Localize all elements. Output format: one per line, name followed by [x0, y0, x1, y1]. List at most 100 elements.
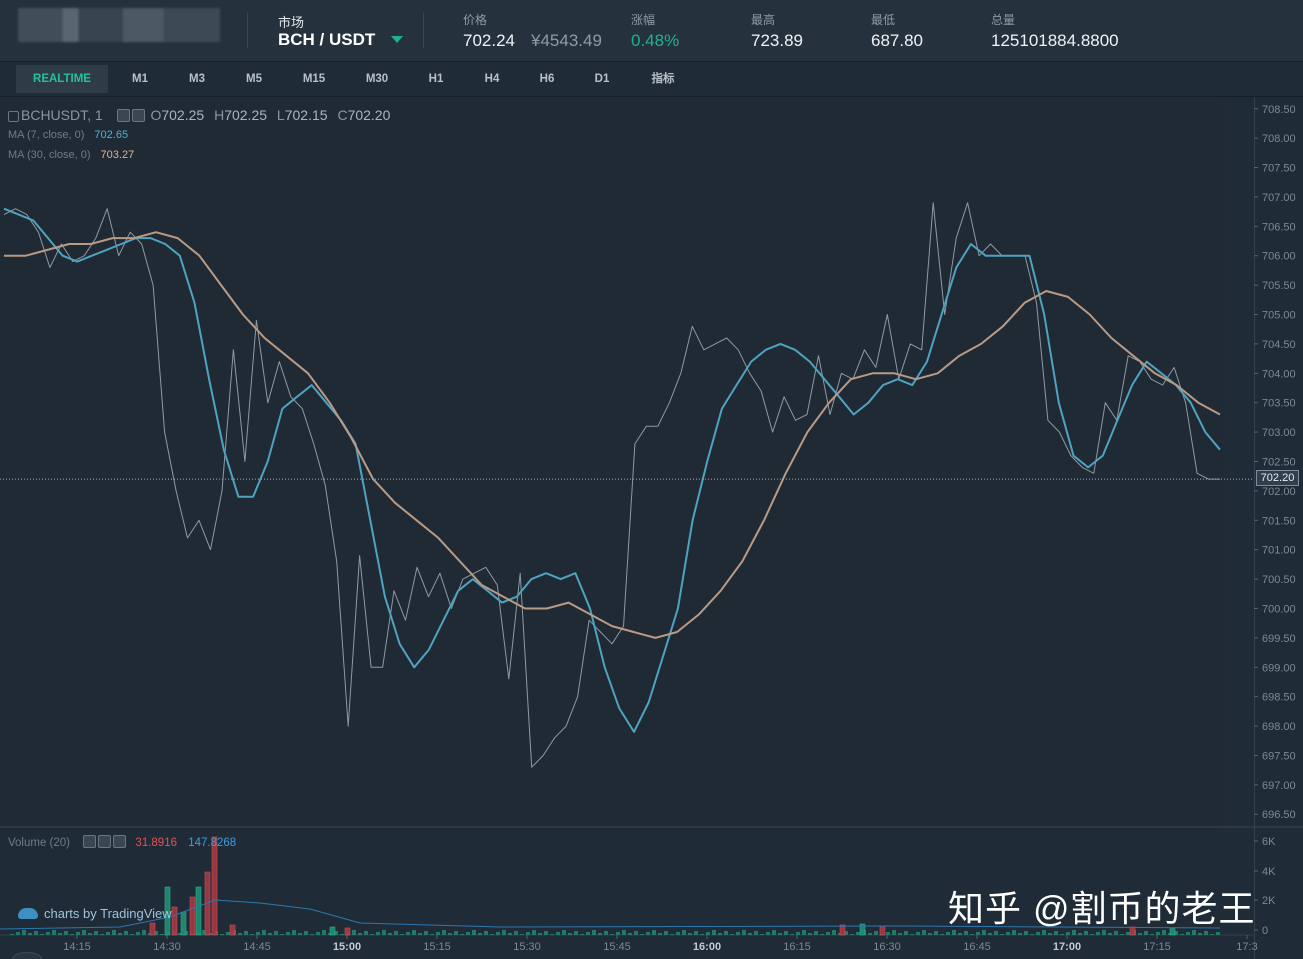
volume-bar — [502, 930, 506, 935]
volume-bar — [418, 933, 422, 935]
price-chart[interactable]: 708.50 708.00 707.50 707.00 706.50 706.00 705.… — [0, 97, 1303, 959]
y-tick-label: 700.00 — [1262, 603, 1296, 615]
y-tick-label: 698.00 — [1262, 721, 1296, 733]
volume-bar — [1198, 933, 1202, 935]
tab-m30[interactable]: M30 — [359, 65, 395, 93]
low-legend-value: 702.15 — [284, 107, 328, 123]
eye-icon[interactable] — [116, 109, 130, 122]
volume-bar — [646, 932, 650, 935]
tab-h4[interactable]: H4 — [474, 65, 510, 93]
volume-bar — [130, 934, 134, 935]
volume-bar — [988, 933, 992, 935]
volume-bar — [622, 930, 626, 935]
volume-bar — [1018, 933, 1022, 935]
tab-m5[interactable]: M5 — [236, 65, 272, 93]
close-icon[interactable] — [113, 835, 127, 848]
volume-bar — [1156, 932, 1160, 935]
volume-bar — [1180, 934, 1184, 935]
volume-bar — [1078, 933, 1082, 935]
tab-m1[interactable]: M1 — [122, 65, 158, 93]
scroll-handle[interactable] — [12, 952, 42, 959]
y-tick-label: 703.00 — [1262, 427, 1296, 439]
volume-bar — [94, 931, 98, 935]
tab-d1[interactable]: D1 — [584, 65, 620, 93]
volume-bar — [916, 932, 920, 935]
volume-bar — [1096, 932, 1100, 935]
volume-bar — [820, 934, 824, 935]
volume-bar — [34, 931, 38, 935]
volume-bar — [946, 932, 950, 935]
y-tick-label: 702.50 — [1262, 457, 1296, 469]
x-tick-label: 14:15 — [63, 941, 91, 953]
volume-bar — [406, 932, 410, 935]
volume-tick-label: 4K — [1262, 866, 1276, 878]
volume-bar — [1000, 934, 1004, 935]
volume-bar — [736, 932, 740, 935]
volume-bar — [268, 933, 272, 935]
gear-icon[interactable] — [98, 835, 112, 848]
volume-bar — [538, 933, 542, 935]
x-tick-label: 15:45 — [603, 941, 631, 953]
collapse-icon[interactable] — [8, 111, 19, 122]
volume-bar — [802, 930, 806, 935]
volume-bar — [879, 925, 886, 936]
tab-indicators[interactable]: 指标 — [641, 65, 685, 93]
volume-bar — [706, 932, 710, 935]
y-tick-label: 706.50 — [1262, 221, 1296, 233]
tab-h6[interactable]: H6 — [529, 65, 565, 93]
y-tick-label: 697.00 — [1262, 780, 1296, 792]
volume-bar — [976, 932, 980, 935]
volume-bar — [136, 932, 140, 935]
volume-bar — [904, 931, 908, 935]
volume-bar — [316, 932, 320, 935]
volume-bar — [88, 933, 92, 935]
volume-bar — [604, 931, 608, 935]
volume-bar — [478, 933, 482, 935]
tab-m15[interactable]: M15 — [296, 65, 332, 93]
market-label: 市场 — [278, 15, 305, 30]
volume-bar — [658, 933, 662, 935]
volume-bar — [718, 933, 722, 935]
volume-bar — [171, 906, 178, 936]
volume-bar — [460, 934, 464, 935]
volume-bar — [508, 933, 512, 935]
volume-bar — [149, 922, 156, 936]
branding-text: charts by TradingView — [44, 906, 172, 921]
volume-bar — [568, 933, 572, 935]
chevron-down-icon[interactable] — [391, 36, 403, 43]
tab-m3[interactable]: M3 — [179, 65, 215, 93]
volume-bar — [436, 932, 440, 935]
market-pair-selector[interactable]: BCH / USDT — [278, 30, 375, 50]
volume-bar — [124, 931, 128, 935]
volume-bar — [850, 934, 854, 935]
change-value: 0.48% — [631, 31, 680, 50]
volume-bar — [556, 932, 560, 935]
volume-bar — [832, 930, 836, 935]
tab-h1[interactable]: H1 — [418, 65, 454, 93]
eye-icon[interactable] — [83, 835, 97, 848]
volume-bar — [682, 930, 686, 935]
tab-realtime[interactable]: REALTIME — [16, 65, 108, 93]
volume-bar — [886, 932, 890, 935]
volume-bar — [526, 932, 530, 935]
y-tick-label: 698.50 — [1262, 692, 1296, 704]
volume-bar — [1108, 933, 1112, 935]
volume-bar — [46, 932, 50, 935]
y-tick-label: 699.50 — [1262, 633, 1296, 645]
volume-bar — [760, 934, 764, 935]
high-legend-label: H — [214, 107, 225, 123]
volume-bar — [1090, 934, 1094, 935]
volume-bar — [640, 934, 644, 935]
volume-bar — [574, 931, 578, 935]
ma30-legend: MA (30, close, 0) 703.27 — [8, 149, 134, 161]
tradingview-branding[interactable]: charts by TradingView — [18, 906, 172, 921]
volume-bar — [1066, 932, 1070, 935]
volume-bar — [562, 930, 566, 935]
header-divider — [423, 12, 424, 48]
gear-icon[interactable] — [131, 109, 145, 122]
volume-bar — [766, 932, 770, 935]
exchange-logo[interactable] — [18, 8, 220, 42]
volume-bar — [586, 932, 590, 935]
ma30-value: 703.27 — [100, 149, 135, 161]
volume-bar — [496, 932, 500, 935]
